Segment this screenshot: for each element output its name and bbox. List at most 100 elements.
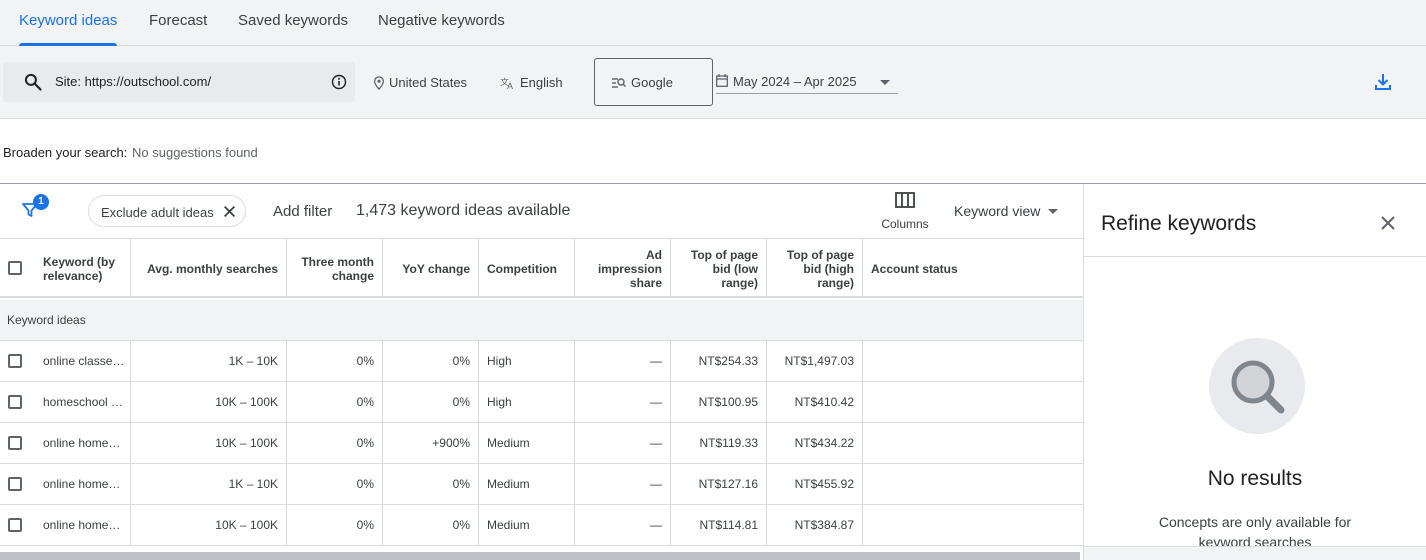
keyword-view-dropdown[interactable]: Keyword view — [954, 203, 1059, 219]
cell-three-month-change: 0% — [287, 464, 383, 505]
download-icon[interactable] — [1373, 72, 1393, 92]
close-icon[interactable] — [223, 205, 236, 218]
cell-yoy-change: 0% — [383, 464, 479, 505]
col-account-status[interactable]: Account status — [863, 239, 1083, 298]
date-range-label: May 2024 – Apr 2025 — [733, 74, 857, 89]
cell-top-bid-high: NT$455.92 — [767, 464, 863, 505]
search-network-selector[interactable]: Google — [594, 58, 713, 106]
location-label: United States — [389, 75, 468, 90]
translate-icon: 文A — [500, 76, 513, 91]
cell-top-bid-high: NT$384.87 — [767, 505, 863, 546]
location-selector[interactable]: United States — [373, 75, 468, 91]
search-value: Site: https://outschool.com/ — [55, 74, 212, 89]
table-row[interactable]: online home… 10K – 100K 0% +900% Medium … — [0, 423, 1083, 464]
cell-top-bid-low: NT$127.16 — [671, 464, 767, 505]
cell-avg-monthly-searches: 10K – 100K — [131, 423, 287, 464]
table-row[interactable]: homeschool … 10K – 100K 0% 0% High — NT$… — [0, 382, 1083, 423]
refine-panel-title: Refine keywords — [1101, 212, 1257, 235]
filter-toolbar: 1 Exclude adult ideas Add filter 1,473 k… — [0, 184, 1083, 239]
col-top-bid-high[interactable]: Top of page bid (high range) — [767, 239, 863, 298]
columns-button[interactable]: Columns — [876, 192, 934, 231]
cell-competition: High — [479, 382, 575, 423]
cell-top-bid-low: NT$114.81 — [671, 505, 767, 546]
group-row: Keyword ideas — [0, 300, 1083, 341]
cell-account-status — [863, 382, 1083, 423]
search-icon — [24, 73, 42, 91]
tab-keyword-ideas[interactable]: Keyword ideas — [19, 0, 118, 46]
date-range-selector[interactable]: May 2024 – Apr 2025 — [716, 72, 898, 94]
col-yoy-change[interactable]: YoY change — [383, 239, 479, 298]
cell-avg-monthly-searches: 1K – 10K — [131, 464, 287, 505]
cell-avg-monthly-searches: 10K – 100K — [131, 382, 287, 423]
tab-forecast[interactable]: Forecast — [149, 0, 207, 46]
table-row[interactable]: online home… 10K – 100K 0% 0% Medium — N… — [0, 505, 1083, 546]
cell-keyword[interactable]: online home… — [35, 423, 131, 464]
col-competition[interactable]: Competition — [479, 239, 575, 298]
row-checkbox[interactable] — [8, 518, 22, 532]
horizontal-scrollbar[interactable] — [0, 552, 1080, 560]
cell-account-status — [863, 341, 1083, 382]
cell-yoy-change: 0% — [383, 505, 479, 546]
col-three-month-change[interactable]: Three month change — [287, 239, 383, 298]
language-label: English — [520, 75, 563, 90]
cell-keyword[interactable]: online classe… — [35, 341, 131, 382]
refine-keywords-panel: Refine keywords No results Concepts are … — [1083, 184, 1426, 560]
chevron-down-icon — [1048, 209, 1059, 214]
search-network-icon — [612, 78, 626, 88]
chevron-down-icon — [880, 80, 890, 85]
keyword-view-label: Keyword view — [954, 203, 1041, 219]
tab-negative-keywords[interactable]: Negative keywords — [378, 0, 505, 46]
cell-account-status — [863, 505, 1083, 546]
cell-ad-impression-share: — — [575, 423, 671, 464]
cell-ad-impression-share: — — [575, 341, 671, 382]
cell-avg-monthly-searches: 1K – 10K — [131, 341, 287, 382]
keyword-ideas-count: 1,473 keyword ideas available — [356, 202, 571, 219]
cell-top-bid-high: NT$410.42 — [767, 382, 863, 423]
cell-ad-impression-share: — — [575, 382, 671, 423]
col-top-bid-low[interactable]: Top of page bid (low range) — [671, 239, 767, 298]
add-filter-button[interactable]: Add filter — [273, 203, 332, 220]
col-keyword[interactable]: Keyword (by relevance) — [35, 239, 131, 298]
col-avg-monthly-searches[interactable]: Avg. monthly searches — [131, 239, 287, 298]
magnifier-icon — [1231, 360, 1285, 414]
col-ad-impression-share[interactable]: Ad impression share — [575, 239, 671, 298]
row-checkbox[interactable] — [8, 436, 22, 450]
cell-keyword[interactable]: homeschool … — [35, 382, 131, 423]
cell-competition: Medium — [479, 423, 575, 464]
exclude-adult-ideas-chip[interactable]: Exclude adult ideas — [88, 195, 246, 227]
table-row[interactable]: online home… 1K – 10K 0% 0% Medium — NT$… — [0, 464, 1083, 505]
cell-competition: High — [479, 341, 575, 382]
broaden-search-bar: Broaden your search: No suggestions foun… — [0, 119, 1426, 184]
cell-yoy-change: +900% — [383, 423, 479, 464]
search-input[interactable]: Site: https://outschool.com/ — [3, 62, 355, 102]
row-checkbox[interactable] — [8, 354, 22, 368]
cell-top-bid-low: NT$119.33 — [671, 423, 767, 464]
cell-competition: Medium — [479, 464, 575, 505]
row-checkbox[interactable] — [8, 395, 22, 409]
row-checkbox[interactable] — [8, 477, 22, 491]
cell-ad-impression-share: — — [575, 505, 671, 546]
info-icon[interactable] — [331, 74, 347, 90]
select-all-checkbox[interactable] — [8, 261, 22, 275]
cell-keyword[interactable]: online home… — [35, 464, 131, 505]
close-icon[interactable] — [1380, 215, 1396, 231]
no-results-illustration — [1209, 338, 1305, 434]
location-pin-icon — [373, 76, 385, 91]
cell-top-bid-high: NT$434.22 — [767, 423, 863, 464]
tab-saved-keywords[interactable]: Saved keywords — [238, 0, 348, 46]
tab-bar: Keyword ideas Forecast Saved keywords Ne… — [0, 0, 1426, 46]
cell-three-month-change: 0% — [287, 341, 383, 382]
calendar-icon — [716, 74, 728, 87]
cell-three-month-change: 0% — [287, 423, 383, 464]
network-label: Google — [631, 75, 673, 90]
cell-account-status — [863, 464, 1083, 505]
table-row[interactable]: online classe… 1K – 10K 0% 0% High — NT$… — [0, 341, 1083, 382]
cell-keyword[interactable]: online home… — [35, 505, 131, 546]
cell-avg-monthly-searches: 10K – 100K — [131, 505, 287, 546]
broaden-label: Broaden your search: — [3, 145, 128, 160]
cell-ad-impression-share: — — [575, 464, 671, 505]
svg-text:A: A — [507, 81, 513, 90]
columns-icon — [895, 192, 915, 208]
cell-top-bid-low: NT$100.95 — [671, 382, 767, 423]
language-selector[interactable]: 文 A English — [500, 75, 563, 91]
